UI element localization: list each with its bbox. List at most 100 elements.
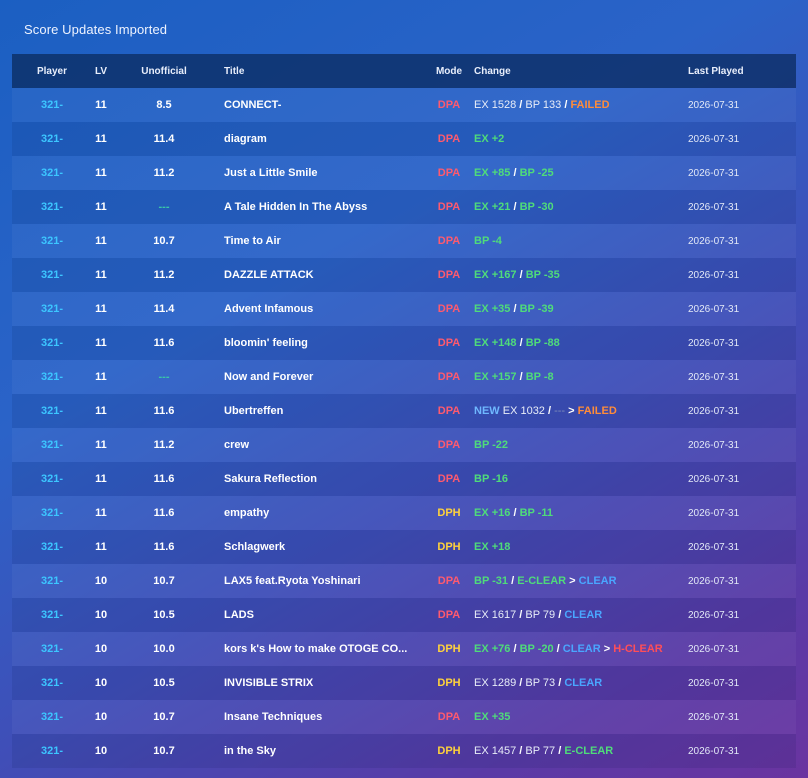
player-link[interactable]: 321- [12, 745, 92, 757]
table-row[interactable]: 321- 11 11.6 empathy DPH EX +16 / BP -11 2026-… [12, 496, 796, 530]
table-row[interactable]: 321- 11 11.6 Sakura Reflection DPA BP -16 2026… [12, 462, 796, 496]
song-title[interactable]: Sakura Reflection [218, 473, 430, 485]
table-row[interactable]: 321- 11 11.4 Advent Infamous DPA EX +35 / BP … [12, 292, 796, 326]
song-title[interactable]: Now and Forever [218, 371, 430, 383]
change-segment: > [600, 643, 614, 655]
player-link[interactable]: 321- [12, 575, 92, 587]
unofficial-level-cell: 11.4 [153, 303, 175, 315]
level-cell: 11 [95, 371, 107, 383]
player-link[interactable]: 321- [12, 235, 92, 247]
player-link[interactable]: 321- [12, 507, 92, 519]
player-link[interactable]: 321- [12, 711, 92, 723]
change-cell: EX +85 / BP -25 [468, 167, 688, 179]
change-segment: / [516, 745, 526, 757]
table-row[interactable]: 321- 10 10.7 Insane Techniques DPA EX +35 2026… [12, 700, 796, 734]
mode-badge: DPA [437, 99, 461, 111]
mode-badge: DPA [437, 235, 461, 247]
column-header-last-played[interactable]: Last Played [688, 66, 796, 77]
player-link[interactable]: 321- [12, 133, 92, 145]
song-title[interactable]: Ubertreffen [218, 405, 430, 417]
level-cell: 11 [95, 541, 107, 553]
change-segment: BP 73 [525, 677, 556, 689]
column-header-lv[interactable]: LV [92, 66, 110, 77]
song-title[interactable]: empathy [218, 507, 430, 519]
table-row[interactable]: 321- 11 11.6 Ubertreffen DPA NEW EX 1032 / --… [12, 394, 796, 428]
song-title[interactable]: bloomin' feeling [218, 337, 430, 349]
player-link[interactable]: 321- [12, 371, 92, 383]
column-header-change[interactable]: Change [468, 66, 688, 77]
last-played-date: 2026-07-31 [688, 99, 740, 111]
song-title[interactable]: Insane Techniques [218, 711, 430, 723]
unofficial-level-cell: 10.7 [153, 575, 175, 587]
song-title[interactable]: kors k's How to make OTOGE CO... [218, 643, 430, 655]
column-header-mode[interactable]: Mode [430, 66, 468, 77]
player-link[interactable]: 321- [12, 167, 92, 179]
column-header-title[interactable]: Title [218, 66, 430, 77]
unofficial-level-cell: 11.2 [153, 269, 175, 281]
table-row[interactable]: 321- 11 --- A Tale Hidden In The Abyss DPA EX… [12, 190, 796, 224]
mode-badge: DPH [437, 541, 461, 553]
table-row[interactable]: 321- 11 11.2 Just a Little Smile DPA EX +85 /… [12, 156, 796, 190]
table-row[interactable]: 321- 11 11.6 bloomin' feeling DPA EX +148 / B… [12, 326, 796, 360]
table-row[interactable]: 321- 11 11.2 crew DPA BP -22 2026-07-31 [12, 428, 796, 462]
change-segment: FAILED [577, 405, 617, 417]
table-row[interactable]: 321- 10 10.5 INVISIBLE STRIX DPH EX 1289 / BP… [12, 666, 796, 700]
player-link[interactable]: 321- [12, 473, 92, 485]
last-played-date: 2026-07-31 [688, 541, 740, 553]
song-title[interactable]: in the Sky [218, 745, 430, 757]
song-title[interactable]: Time to Air [218, 235, 430, 247]
level-cell: 11 [95, 405, 107, 417]
unofficial-level-cell: 11.6 [153, 541, 175, 553]
player-link[interactable]: 321- [12, 439, 92, 451]
song-title[interactable]: Advent Infamous [218, 303, 430, 315]
player-link[interactable]: 321- [12, 201, 92, 213]
change-segment: BP -35 [525, 269, 560, 281]
song-title[interactable]: LADS [218, 609, 430, 621]
player-link[interactable]: 321- [12, 99, 92, 111]
song-title[interactable]: Just a Little Smile [218, 167, 430, 179]
player-link[interactable]: 321- [12, 677, 92, 689]
table-body: 321- 11 8.5 CONNECT- DPA EX 1528 / BP 133 / F… [12, 88, 796, 768]
player-link[interactable]: 321- [12, 303, 92, 315]
column-header-unofficial[interactable]: Unofficial [110, 66, 218, 77]
song-title[interactable]: Schlagwerk [218, 541, 430, 553]
player-link[interactable]: 321- [12, 541, 92, 553]
song-title[interactable]: DAZZLE ATTACK [218, 269, 430, 281]
table-row[interactable]: 321- 11 11.2 DAZZLE ATTACK DPA EX +167 / BP -… [12, 258, 796, 292]
change-cell: EX +167 / BP -35 [468, 269, 688, 281]
unofficial-level-cell: 10.0 [153, 643, 175, 655]
table-row[interactable]: 321- 10 10.7 LAX5 feat.Ryota Yoshinari DPA BP… [12, 564, 796, 598]
table-row[interactable]: 321- 11 11.4 diagram DPA EX +2 2026-07-31 [12, 122, 796, 156]
song-title[interactable]: diagram [218, 133, 430, 145]
song-title[interactable]: LAX5 feat.Ryota Yoshinari [218, 575, 430, 587]
score-updates-table: Player LV Unofficial Title Mode Change L… [12, 54, 796, 768]
level-cell: 11 [95, 303, 107, 315]
table-row[interactable]: 321- 11 10.7 Time to Air DPA BP -4 2026-07-31 [12, 224, 796, 258]
unofficial-level-cell: 11.2 [153, 167, 175, 179]
song-title[interactable]: crew [218, 439, 430, 451]
change-segment: BP 77 [525, 745, 556, 757]
player-link[interactable]: 321- [12, 405, 92, 417]
mode-badge: DPA [437, 371, 461, 383]
change-segment: BP -39 [519, 303, 554, 315]
mode-badge: DPA [437, 473, 461, 485]
player-link[interactable]: 321- [12, 337, 92, 349]
change-segment: / [544, 405, 555, 417]
player-link[interactable]: 321- [12, 609, 92, 621]
column-header-player[interactable]: Player [12, 66, 92, 77]
song-title[interactable]: CONNECT- [218, 99, 430, 111]
player-link[interactable]: 321- [12, 643, 92, 655]
song-title[interactable]: INVISIBLE STRIX [218, 677, 430, 689]
table-row[interactable]: 321- 10 10.7 in the Sky DPH EX 1457 / BP 77 /… [12, 734, 796, 768]
change-segment: / [516, 269, 526, 281]
table-row[interactable]: 321- 11 8.5 CONNECT- DPA EX 1528 / BP 133 / F… [12, 88, 796, 122]
change-segment: BP -16 [474, 473, 509, 485]
table-row[interactable]: 321- 10 10.0 kors k's How to make OTOGE CO.… [12, 632, 796, 666]
table-row[interactable]: 321- 10 10.5 LADS DPA EX 1617 / BP 79 / CLEAR… [12, 598, 796, 632]
table-row[interactable]: 321- 11 --- Now and Forever DPA EX +157 / BP … [12, 360, 796, 394]
table-row[interactable]: 321- 11 11.6 Schlagwerk DPH EX +18 2026-07-31 [12, 530, 796, 564]
player-link[interactable]: 321- [12, 269, 92, 281]
level-cell: 11 [95, 133, 107, 145]
song-title[interactable]: A Tale Hidden In The Abyss [218, 201, 430, 213]
change-segment: BP -88 [525, 337, 560, 349]
